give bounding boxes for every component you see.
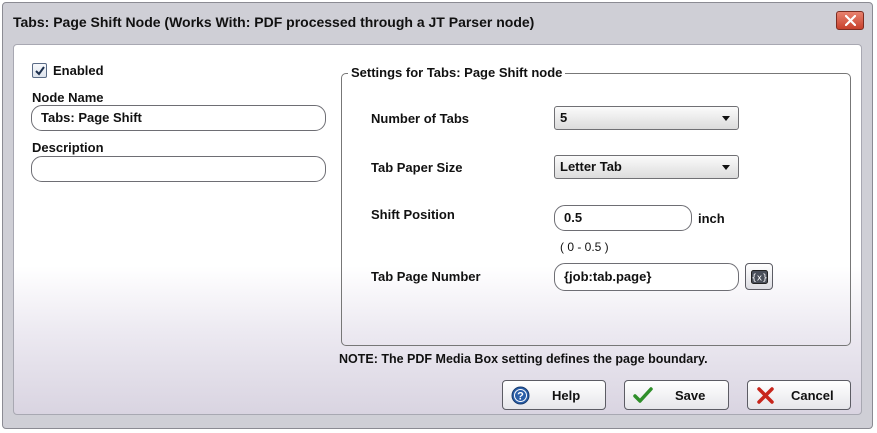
media-box-note: NOTE: The PDF Media Box setting defines … <box>339 352 708 366</box>
help-button[interactable]: ? Help <box>502 380 606 410</box>
number-of-tabs-value: 5 <box>560 110 568 125</box>
cancel-button[interactable]: Cancel <box>747 380 851 410</box>
node-name-field[interactable]: Tabs: Page Shift <box>31 105 326 131</box>
enabled-checkbox[interactable] <box>32 63 47 78</box>
enabled-label: Enabled <box>53 63 104 78</box>
svg-text:?: ? <box>517 391 524 403</box>
svg-text:{x}: {x} <box>751 274 767 284</box>
shift-unit-label: inch <box>698 211 725 226</box>
dialog-window: Tabs: Page Shift Node (Works With: PDF p… <box>2 2 873 429</box>
help-icon: ? <box>511 386 530 405</box>
close-icon <box>845 15 856 26</box>
description-label: Description <box>32 140 104 155</box>
window-title: Tabs: Page Shift Node (Works With: PDF p… <box>13 14 535 30</box>
help-button-label: Help <box>552 388 581 403</box>
title-bar[interactable]: Tabs: Page Shift Node (Works With: PDF p… <box>3 3 872 39</box>
shift-position-label: Shift Position <box>371 207 455 222</box>
close-button[interactable] <box>836 11 864 30</box>
tab-page-number-field[interactable]: {job:tab.page} <box>554 263 739 291</box>
dropdown-arrow-icon <box>722 116 730 121</box>
shift-position-field[interactable]: 0.5 <box>554 205 692 231</box>
variable-icon: {x} <box>751 270 768 284</box>
checkmark-icon <box>633 387 653 403</box>
number-of-tabs-label: Number of Tabs <box>371 111 469 126</box>
tab-paper-size-value: Letter Tab <box>560 159 622 174</box>
shift-range-hint: ( 0 - 0.5 ) <box>560 240 609 254</box>
dropdown-arrow-icon <box>722 165 730 170</box>
tab-paper-size-select[interactable]: Letter Tab <box>554 155 739 179</box>
cancel-button-label: Cancel <box>791 388 834 403</box>
save-button-label: Save <box>675 388 706 403</box>
number-of-tabs-select[interactable]: 5 <box>554 106 739 130</box>
tab-paper-size-label: Tab Paper Size <box>371 160 463 175</box>
insert-variable-button[interactable]: {x} <box>745 263 773 290</box>
settings-legend: Settings for Tabs: Page Shift node <box>348 65 566 80</box>
save-button[interactable]: Save <box>624 380 729 410</box>
description-field[interactable] <box>31 156 326 182</box>
tab-page-number-label: Tab Page Number <box>371 269 481 284</box>
checkmark-icon <box>35 66 45 76</box>
dialog-content: Enabled Node Name Tabs: Page Shift Descr… <box>13 44 862 415</box>
x-icon <box>757 387 774 404</box>
node-name-label: Node Name <box>32 90 104 105</box>
